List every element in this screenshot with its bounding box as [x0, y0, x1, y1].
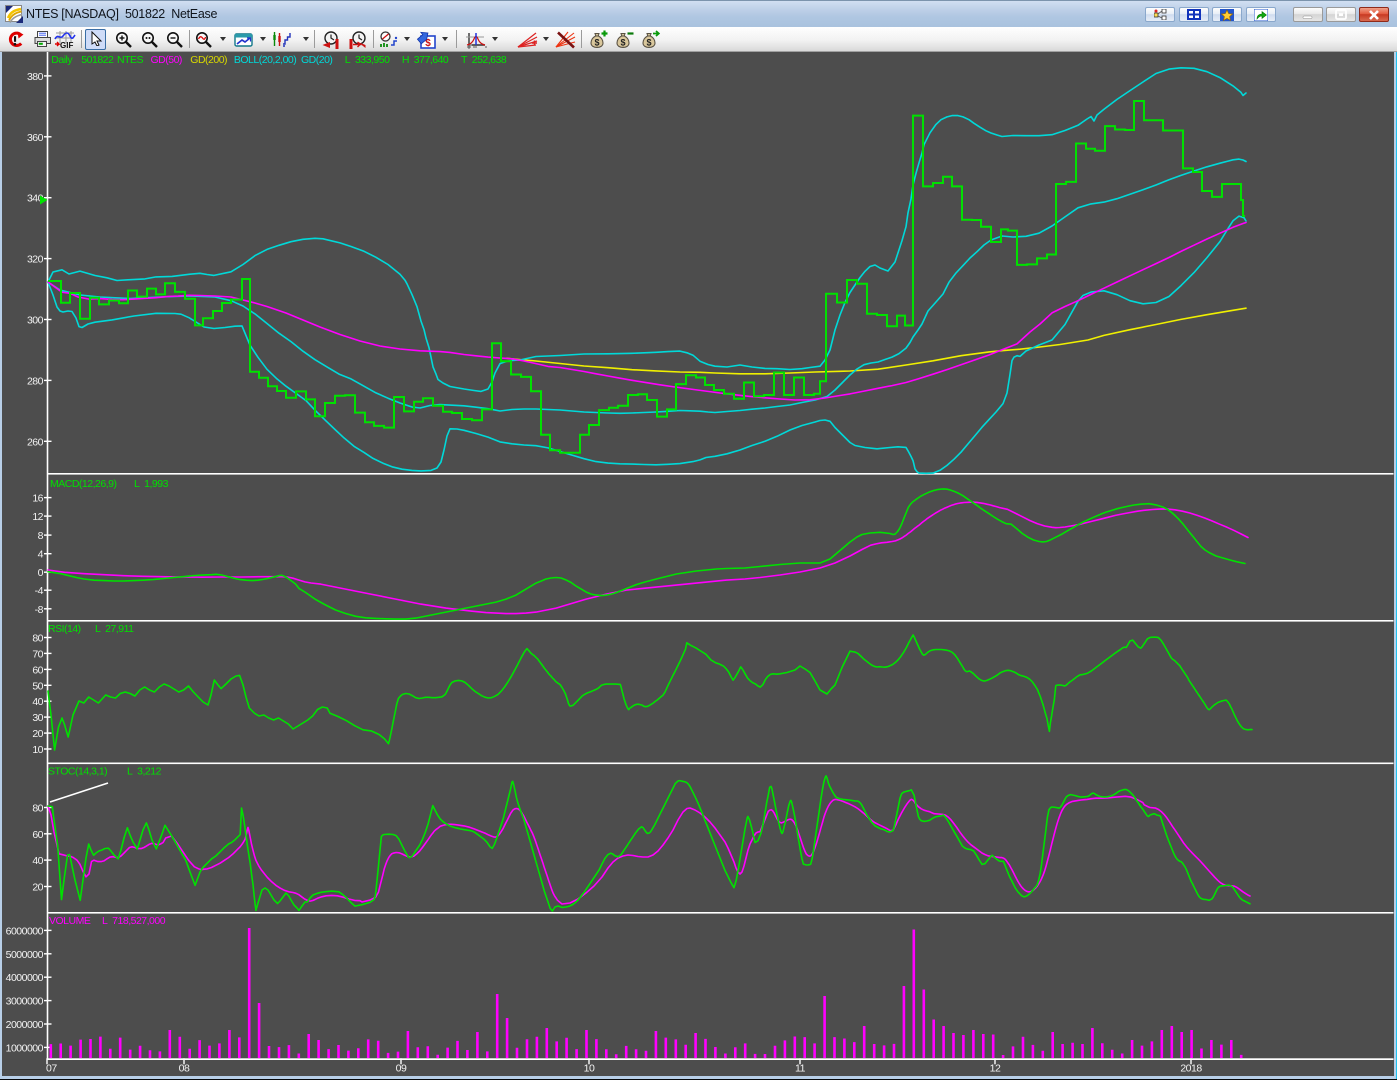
svg-text:80: 80 — [32, 633, 43, 645]
svg-text:2000000: 2000000 — [6, 1019, 44, 1031]
svg-text:L 3,212: L 3,212 — [127, 766, 162, 778]
svg-text:5000000: 5000000 — [6, 949, 44, 961]
svg-text:2018: 2018 — [1180, 1063, 1202, 1075]
svg-text:1000000: 1000000 — [6, 1042, 44, 1054]
svg-text:GD(50): GD(50) — [151, 54, 182, 66]
svg-text:10: 10 — [584, 1063, 595, 1075]
svg-text:11: 11 — [795, 1063, 806, 1075]
svg-text:50: 50 — [32, 680, 43, 692]
svg-text:08: 08 — [179, 1063, 190, 1075]
svg-text:GD(200): GD(200) — [190, 54, 227, 66]
svg-text:8: 8 — [38, 530, 44, 542]
svg-text:$: $ — [620, 38, 625, 48]
svg-text:-8: -8 — [35, 604, 44, 616]
svg-text:10: 10 — [32, 744, 43, 756]
svg-text:L 333,950: L 333,950 — [345, 54, 390, 66]
svg-text:4000000: 4000000 — [6, 972, 44, 984]
svg-text:20: 20 — [32, 882, 43, 894]
svg-text:80: 80 — [32, 803, 43, 815]
svg-text:07: 07 — [46, 1063, 57, 1075]
svg-text:$: $ — [646, 38, 651, 48]
svg-text:MACD(12,26,9): MACD(12,26,9) — [50, 478, 116, 490]
svg-text:GIF: GIF — [60, 41, 73, 48]
svg-text:70: 70 — [32, 648, 43, 660]
svg-text:30: 30 — [32, 712, 43, 724]
svg-text:STOC(14,3,1): STOC(14,3,1) — [48, 766, 107, 778]
svg-text:40: 40 — [32, 855, 43, 867]
svg-text:60: 60 — [32, 829, 43, 841]
svg-text:4: 4 — [38, 549, 44, 561]
svg-text:T 252,638: T 252,638 — [461, 54, 507, 66]
svg-text:300: 300 — [27, 315, 44, 327]
svg-text:Daily: Daily — [51, 54, 73, 66]
svg-text:40: 40 — [32, 696, 43, 708]
svg-text:RSI(14): RSI(14) — [48, 623, 81, 635]
svg-text:60: 60 — [32, 664, 43, 676]
svg-text:16: 16 — [32, 493, 43, 505]
svg-text:H 377,640: H 377,640 — [402, 54, 449, 66]
svg-text:12: 12 — [32, 511, 43, 523]
svg-text:320: 320 — [27, 254, 44, 266]
svg-text:280: 280 — [27, 375, 44, 387]
svg-text:12: 12 — [990, 1063, 1001, 1075]
svg-text:260: 260 — [27, 436, 44, 448]
svg-text:VOLUME: VOLUME — [49, 915, 91, 927]
svg-text:6000000: 6000000 — [6, 925, 44, 937]
svg-text:360: 360 — [27, 132, 44, 144]
svg-text:$: $ — [594, 38, 599, 48]
svg-text:0: 0 — [38, 567, 44, 579]
svg-text:BOLL(20,2,00): BOLL(20,2,00) — [234, 54, 296, 66]
svg-text:09: 09 — [396, 1063, 407, 1075]
svg-text:380: 380 — [27, 71, 44, 83]
svg-text:L 27,911: L 27,911 — [95, 623, 134, 635]
svg-text:3000000: 3000000 — [6, 996, 44, 1008]
svg-text:501822: 501822 — [81, 54, 114, 66]
svg-text:L 718,527,000: L 718,527,000 — [102, 915, 166, 927]
svg-text:-4: -4 — [35, 585, 44, 597]
svg-text:L 1,993: L 1,993 — [134, 478, 169, 490]
svg-text:20: 20 — [32, 728, 43, 740]
svg-text:NTES: NTES — [117, 54, 144, 66]
svg-text:GD(20): GD(20) — [301, 54, 332, 66]
